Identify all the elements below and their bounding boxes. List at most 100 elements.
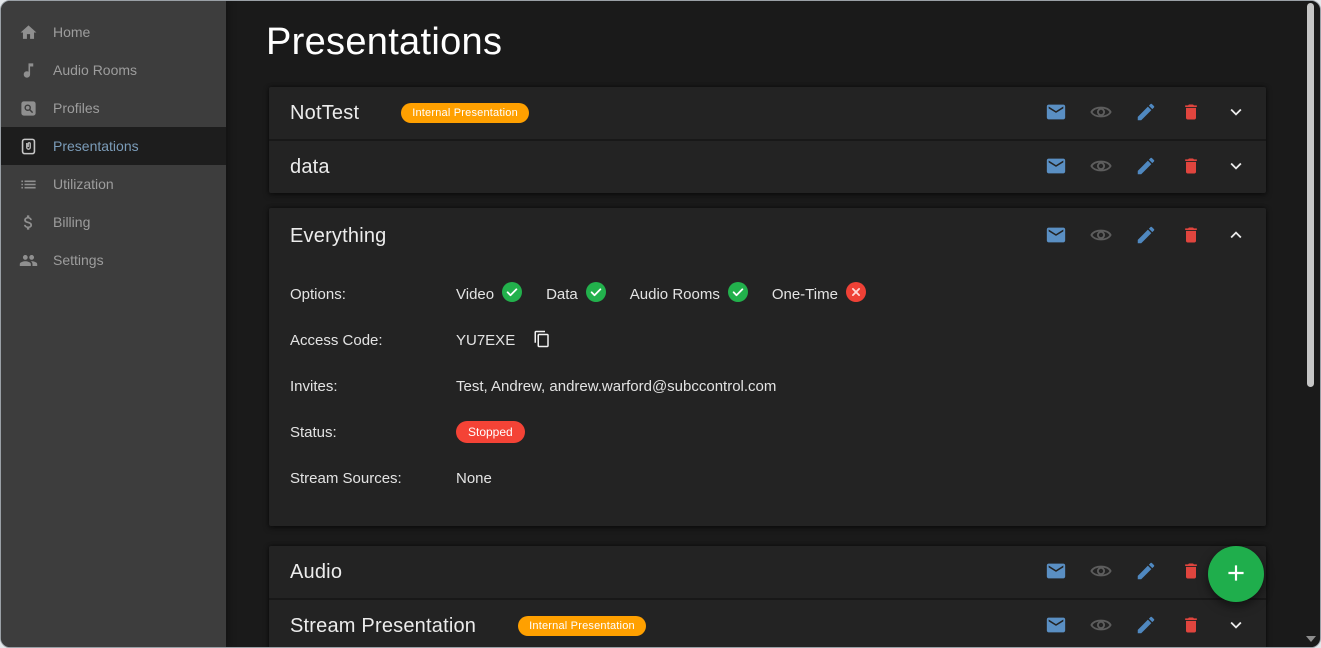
check-circle-icon <box>502 282 522 306</box>
view-button[interactable] <box>1078 218 1123 254</box>
internal-presentation-badge: Internal Presentation <box>518 616 646 636</box>
sidebar-item-label: Profiles <box>53 100 100 116</box>
access-code-value: YU7EXE <box>456 332 515 349</box>
presentation-row-everything: Everything <box>269 208 1266 264</box>
presentation-name: Stream Presentation <box>290 615 476 638</box>
sidebar-item-utilization[interactable]: Utilization <box>1 165 226 203</box>
scroll-down-arrow-icon[interactable] <box>1306 636 1316 642</box>
delete-button[interactable] <box>1168 149 1213 185</box>
option-video: Video <box>456 282 522 306</box>
document-clip-icon <box>18 136 38 156</box>
delete-icon <box>1181 225 1201 248</box>
sidebar-item-audio-rooms[interactable]: Audio Rooms <box>1 51 226 89</box>
home-icon <box>18 22 38 42</box>
row-actions <box>1033 218 1258 254</box>
option-audio-rooms: Audio Rooms <box>630 282 748 306</box>
status-row: Status: Stopped <box>269 409 1266 455</box>
presentation-card-group: NotTest Internal Presentation data <box>269 87 1266 193</box>
mail-button[interactable] <box>1033 608 1078 644</box>
presentation-list: NotTest Internal Presentation data <box>269 87 1266 647</box>
sidebar-item-label: Home <box>53 24 90 40</box>
presentation-row-stream: Stream Presentation Internal Presentatio… <box>269 598 1266 647</box>
access-code-label: Access Code: <box>290 332 456 349</box>
view-button[interactable] <box>1078 95 1123 131</box>
mail-button[interactable] <box>1033 149 1078 185</box>
copy-access-code-button[interactable] <box>533 330 551 351</box>
check-circle-icon <box>586 282 606 306</box>
edit-button[interactable] <box>1123 95 1168 131</box>
people-icon <box>18 250 38 270</box>
edit-button[interactable] <box>1123 149 1168 185</box>
mail-icon <box>1045 155 1067 180</box>
sidebar-item-settings[interactable]: Settings <box>1 241 226 279</box>
invites-label: Invites: <box>290 378 456 395</box>
stream-sources-value: None <box>456 470 492 487</box>
collapse-button[interactable] <box>1213 218 1258 254</box>
mail-button[interactable] <box>1033 95 1078 131</box>
eye-icon <box>1090 101 1112 126</box>
eye-icon <box>1090 560 1112 585</box>
stream-sources-row: Stream Sources: None <box>269 455 1266 501</box>
status-badge: Stopped <box>456 421 525 443</box>
view-button[interactable] <box>1078 608 1123 644</box>
eye-icon <box>1090 614 1112 639</box>
mail-icon <box>1045 614 1067 639</box>
chevron-up-icon <box>1225 224 1247 249</box>
presentation-name: Everything <box>290 225 387 248</box>
row-actions <box>1033 608 1258 644</box>
chevron-down-icon <box>1225 614 1247 639</box>
sidebar-item-label: Presentations <box>53 138 139 154</box>
chevron-down-icon <box>1225 155 1247 180</box>
dollar-icon <box>18 212 38 232</box>
delete-button[interactable] <box>1168 554 1213 590</box>
cross-circle-icon <box>846 282 866 306</box>
delete-button[interactable] <box>1168 218 1213 254</box>
sidebar: Home Audio Rooms Profiles Presentations … <box>1 1 226 647</box>
sidebar-item-billing[interactable]: Billing <box>1 203 226 241</box>
scrollbar-thumb[interactable] <box>1307 3 1314 387</box>
scrollbar[interactable] <box>1304 1 1320 647</box>
sidebar-item-home[interactable]: Home <box>1 13 226 51</box>
presentation-row-audio: Audio <box>269 546 1266 598</box>
access-code-row: Access Code: YU7EXE <box>269 317 1266 363</box>
presentation-name: data <box>290 156 330 179</box>
view-button[interactable] <box>1078 554 1123 590</box>
presentation-details: Options: Video Data Audio Room <box>269 264 1266 526</box>
internal-presentation-badge: Internal Presentation <box>401 103 529 123</box>
list-icon <box>18 174 38 194</box>
delete-icon <box>1181 615 1201 638</box>
view-button[interactable] <box>1078 149 1123 185</box>
delete-button[interactable] <box>1168 95 1213 131</box>
app-window: Home Audio Rooms Profiles Presentations … <box>0 0 1321 648</box>
edit-button[interactable] <box>1123 554 1168 590</box>
edit-button[interactable] <box>1123 218 1168 254</box>
mail-icon <box>1045 101 1067 126</box>
expand-button[interactable] <box>1213 608 1258 644</box>
sidebar-item-presentations[interactable]: Presentations <box>1 127 226 165</box>
delete-icon <box>1181 156 1201 179</box>
row-actions <box>1033 149 1258 185</box>
delete-button[interactable] <box>1168 608 1213 644</box>
presentation-name: Audio <box>290 561 342 584</box>
mail-button[interactable] <box>1033 554 1078 590</box>
expand-button[interactable] <box>1213 95 1258 131</box>
invites-row: Invites: Test, Andrew, andrew.warford@su… <box>269 363 1266 409</box>
mail-button[interactable] <box>1033 218 1078 254</box>
add-presentation-button[interactable] <box>1208 546 1264 602</box>
expand-button[interactable] <box>1213 149 1258 185</box>
sidebar-item-label: Audio Rooms <box>53 62 137 78</box>
options-label: Options: <box>290 286 456 303</box>
sidebar-item-profiles[interactable]: Profiles <box>1 89 226 127</box>
invites-value: Test, Andrew, andrew.warford@subccontrol… <box>456 378 776 395</box>
page-title: Presentations <box>266 15 1320 69</box>
sidebar-item-label: Billing <box>53 214 90 230</box>
music-note-icon <box>18 60 38 80</box>
plus-icon <box>1223 560 1249 589</box>
options-value: Video Data Audio Rooms <box>456 282 890 306</box>
eye-icon <box>1090 224 1112 249</box>
row-actions <box>1033 95 1258 131</box>
mail-icon <box>1045 224 1067 249</box>
edit-button[interactable] <box>1123 608 1168 644</box>
option-one-time: One-Time <box>772 282 866 306</box>
edit-icon <box>1135 614 1157 639</box>
